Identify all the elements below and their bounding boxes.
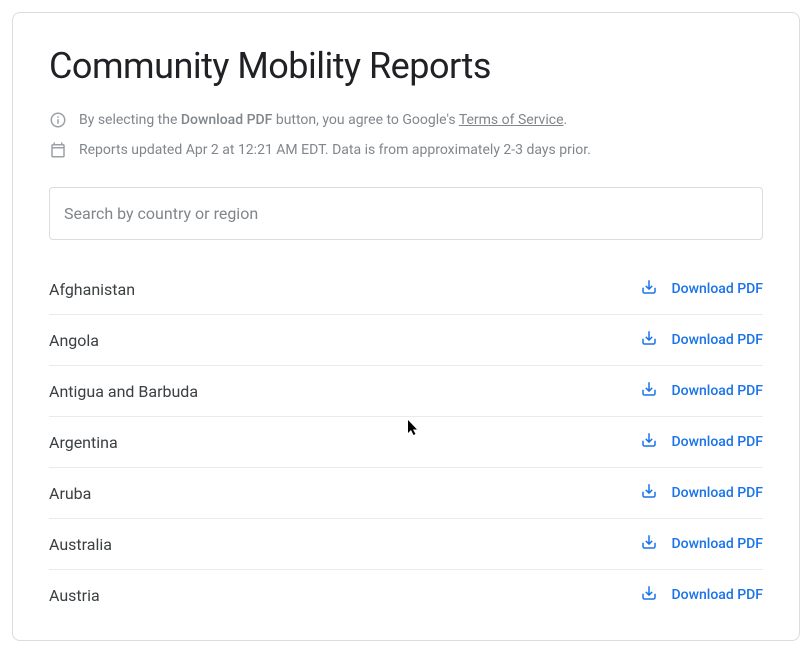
terms-middle: button, you agree to Google's	[272, 112, 458, 128]
download-pdf-label: Download PDF	[672, 587, 763, 603]
download-pdf-label: Download PDF	[672, 383, 763, 399]
download-pdf-link[interactable]: Download PDF	[640, 584, 763, 606]
terms-bold: Download PDF	[181, 112, 272, 128]
download-icon	[640, 482, 658, 504]
country-row: Antigua and Barbuda Download PDF	[49, 366, 763, 417]
country-row: Argentina Download PDF	[49, 417, 763, 468]
country-list: Afghanistan Download PDF Angola Download PD…	[49, 264, 763, 620]
download-pdf-link[interactable]: Download PDF	[640, 533, 763, 555]
download-pdf-link[interactable]: Download PDF	[640, 431, 763, 453]
terms-info-row: By selecting the Download PDF button, yo…	[49, 111, 763, 129]
terms-link[interactable]: Terms of Service	[459, 112, 564, 128]
country-name: Austria	[49, 586, 100, 605]
download-pdf-label: Download PDF	[672, 332, 763, 348]
info-icon	[49, 111, 67, 129]
country-row: Afghanistan Download PDF	[49, 264, 763, 315]
download-icon	[640, 431, 658, 453]
reports-card: Community Mobility Reports By selecting …	[12, 12, 800, 641]
download-icon	[640, 380, 658, 402]
search-input[interactable]	[49, 187, 763, 240]
download-icon	[640, 584, 658, 606]
download-icon	[640, 533, 658, 555]
download-pdf-label: Download PDF	[672, 485, 763, 501]
download-icon	[640, 329, 658, 351]
calendar-icon	[49, 141, 67, 159]
country-name: Aruba	[49, 484, 91, 503]
country-name: Argentina	[49, 433, 118, 452]
country-name: Antigua and Barbuda	[49, 382, 198, 401]
country-name: Afghanistan	[49, 280, 135, 299]
download-pdf-label: Download PDF	[672, 536, 763, 552]
download-icon	[640, 278, 658, 300]
terms-info-text: By selecting the Download PDF button, yo…	[79, 112, 567, 128]
download-pdf-link[interactable]: Download PDF	[640, 278, 763, 300]
country-row: Aruba Download PDF	[49, 468, 763, 519]
download-pdf-link[interactable]: Download PDF	[640, 482, 763, 504]
country-row: Australia Download PDF	[49, 519, 763, 570]
country-name: Angola	[49, 331, 99, 350]
download-pdf-label: Download PDF	[672, 281, 763, 297]
page-title: Community Mobility Reports	[49, 45, 763, 87]
download-pdf-link[interactable]: Download PDF	[640, 380, 763, 402]
update-info-row: Reports updated Apr 2 at 12:21 AM EDT. D…	[49, 141, 763, 159]
country-row: Angola Download PDF	[49, 315, 763, 366]
country-row: Austria Download PDF	[49, 570, 763, 620]
country-name: Australia	[49, 535, 112, 554]
download-pdf-link[interactable]: Download PDF	[640, 329, 763, 351]
terms-prefix: By selecting the	[79, 112, 181, 128]
download-pdf-label: Download PDF	[672, 434, 763, 450]
update-info-text: Reports updated Apr 2 at 12:21 AM EDT. D…	[79, 142, 591, 158]
terms-suffix: .	[564, 112, 568, 128]
